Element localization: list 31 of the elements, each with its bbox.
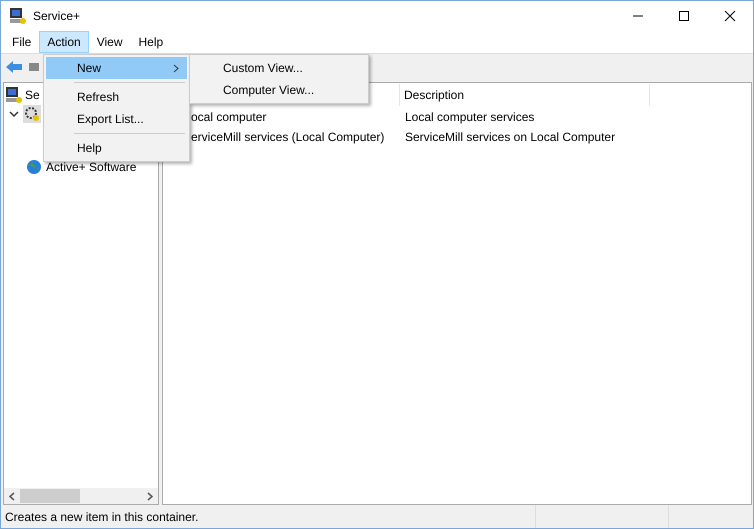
column-header[interactable]: Description xyxy=(400,84,650,106)
menu-item[interactable]: View xyxy=(88,31,130,53)
menu-entry[interactable]: New xyxy=(46,57,187,79)
scrollbar[interactable] xyxy=(4,488,158,504)
table-cell: ServiceMill services on Local Computer xyxy=(405,130,616,144)
gear-icon xyxy=(23,104,41,122)
chevron-right-icon xyxy=(173,64,179,73)
close-icon[interactable] xyxy=(724,10,736,22)
chevron-icon[interactable] xyxy=(9,110,19,118)
back-arrow-icon[interactable] xyxy=(5,60,23,74)
scroll-left-icon[interactable] xyxy=(9,492,15,500)
globe-icon xyxy=(26,158,42,174)
menu-entry[interactable]: Help xyxy=(46,137,187,159)
menu-item[interactable]: Help xyxy=(130,31,172,53)
tree-item[interactable]: Active+ Software xyxy=(46,160,136,174)
menu-item[interactable]: Action xyxy=(39,31,89,53)
computer-icon xyxy=(9,7,27,25)
table-cell-text: ocal computer xyxy=(191,110,268,124)
table-cell: Local computer services xyxy=(405,110,534,124)
menu-item[interactable]: File xyxy=(4,31,40,53)
menu-entry[interactable]: Export List... xyxy=(46,108,187,130)
tree-item[interactable]: Se xyxy=(25,88,40,102)
window-title: Service+ xyxy=(33,9,80,23)
menu-entry[interactable]: Refresh xyxy=(46,86,187,108)
table-cell-text: erviceMill services (Local Computer) xyxy=(191,130,386,144)
maximize-icon[interactable] xyxy=(678,10,690,22)
computer-icon xyxy=(5,86,23,104)
menu-entry[interactable]: Custom View... xyxy=(190,57,368,79)
scroll-right-icon[interactable] xyxy=(147,492,153,500)
menu-entry[interactable]: Computer View... xyxy=(190,79,368,101)
status-text: Creates a new item in this container. xyxy=(5,510,200,524)
